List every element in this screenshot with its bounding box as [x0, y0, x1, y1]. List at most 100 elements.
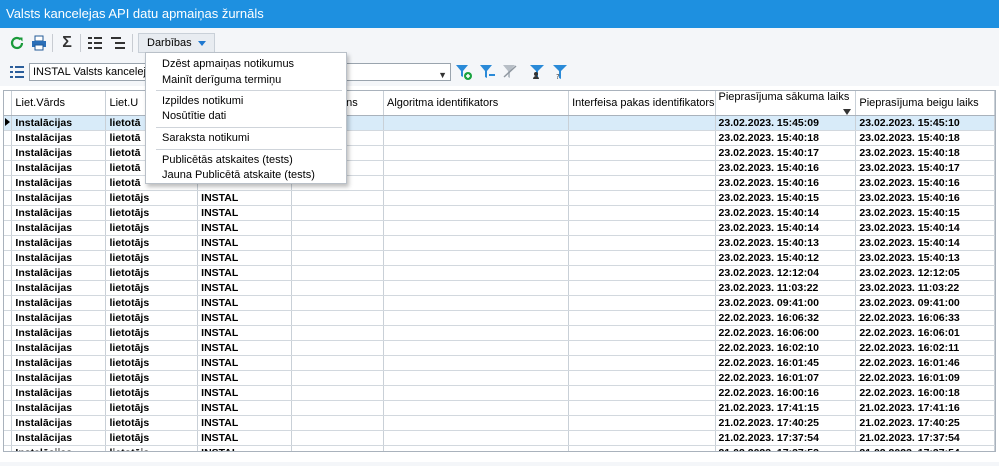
table-cell[interactable]: lietotājs	[105, 310, 199, 326]
table-cell[interactable]	[568, 145, 716, 161]
table-cell[interactable]: INSTAL	[197, 220, 292, 236]
table-cell[interactable]	[568, 385, 716, 401]
add-filter-icon[interactable]	[454, 62, 474, 82]
menu-item-delete-events[interactable]: Dzēst apmaiņas notikumus	[162, 56, 294, 72]
table-cell[interactable]: 22.02.2023. 16:01:46	[855, 355, 995, 371]
row-indicator[interactable]	[4, 400, 13, 416]
table-cell[interactable]: Instalācijas	[11, 310, 107, 326]
table-cell[interactable]: 23.02.2023. 15:40:18	[855, 145, 995, 161]
table-cell[interactable]: 23.02.2023. 15:40:14	[855, 235, 995, 251]
clear-filter-icon[interactable]	[500, 62, 520, 82]
table-cell[interactable]	[291, 445, 385, 451]
table-cell[interactable]	[291, 355, 385, 371]
filter-icon[interactable]	[477, 62, 497, 82]
table-cell[interactable]: INSTAL	[197, 265, 292, 281]
row-indicator[interactable]	[4, 160, 13, 176]
table-cell[interactable]	[291, 340, 385, 356]
table-row[interactable]: Instalācijas lietotājs INSTAL 23.02.2023. 1…	[4, 250, 995, 266]
table-cell[interactable]: lietotājs	[105, 190, 199, 206]
table-cell[interactable]: 23.02.2023. 15:40:16	[855, 175, 995, 191]
table-cell[interactable]	[568, 415, 716, 431]
table-cell[interactable]: 21.02.2023. 17:40:25	[855, 415, 995, 431]
table-cell[interactable]: Instalācijas	[11, 160, 107, 176]
table-cell[interactable]	[568, 340, 716, 356]
table-cell[interactable]	[568, 205, 716, 221]
table-cell[interactable]: Instalācijas	[11, 295, 107, 311]
table-cell[interactable]	[291, 220, 385, 236]
table-cell[interactable]	[568, 400, 716, 416]
table-cell[interactable]	[383, 130, 570, 146]
menu-item-list-events[interactable]: Saraksta notikumi	[162, 130, 249, 146]
table-cell[interactable]	[383, 250, 570, 266]
table-cell[interactable]	[568, 250, 716, 266]
table-cell[interactable]: 22.02.2023. 16:01:45	[715, 355, 857, 371]
table-cell[interactable]	[568, 325, 716, 341]
table-cell[interactable]: Instalācijas	[11, 445, 107, 451]
table-row[interactable]: Instalācijas lietotājs INSTAL 23.02.2023. 1…	[4, 280, 995, 296]
menu-item-new-published-report[interactable]: Jauna Publicētā atskaite (tests)	[162, 167, 315, 183]
table-row[interactable]: Instalācijas lietotājs INSTAL 23.02.2023. 1…	[4, 265, 995, 281]
tree-icon[interactable]	[108, 33, 128, 53]
table-row[interactable]: Instalācijas lietotājs INSTAL 23.02.2023. 1…	[4, 235, 995, 251]
row-indicator[interactable]	[4, 340, 13, 356]
table-cell[interactable]: 23.02.2023. 15:40:18	[855, 130, 995, 146]
row-indicator[interactable]	[4, 385, 13, 401]
table-cell[interactable]: 21.02.2023. 17:37:54	[855, 445, 995, 451]
table-cell[interactable]: Instalācijas	[11, 205, 107, 221]
table-cell[interactable]: Instalācijas	[11, 415, 107, 431]
table-cell[interactable]	[383, 355, 570, 371]
print-icon[interactable]	[29, 33, 49, 53]
table-cell[interactable]: 22.02.2023. 16:06:00	[715, 325, 857, 341]
table-cell[interactable]: lietotājs	[105, 205, 199, 221]
table-cell[interactable]: lietotājs	[105, 220, 199, 236]
table-cell[interactable]: 23.02.2023. 15:40:15	[855, 205, 995, 221]
column-header[interactable]: Liet.Vārds	[11, 91, 107, 116]
table-cell[interactable]: Instalācijas	[11, 280, 107, 296]
menu-item-execution-events[interactable]: Izpildes notikumi	[162, 93, 243, 109]
table-cell[interactable]	[291, 265, 385, 281]
menu-item-sent-data[interactable]: Nosūtītie dati	[162, 108, 226, 124]
table-cell[interactable]	[291, 250, 385, 266]
table-cell[interactable]	[568, 220, 716, 236]
table-cell[interactable]: 21.02.2023. 17:41:15	[715, 400, 857, 416]
table-cell[interactable]: INSTAL	[197, 280, 292, 296]
table-cell[interactable]	[383, 400, 570, 416]
row-indicator[interactable]	[4, 205, 13, 221]
table-cell[interactable]	[383, 145, 570, 161]
table-cell[interactable]	[383, 370, 570, 386]
table-cell[interactable]: 23.02.2023. 15:40:15	[715, 190, 857, 206]
table-cell[interactable]	[291, 190, 385, 206]
table-row[interactable]: Instalācijas lietotājs INSTAL 22.02.2023. 1…	[4, 340, 995, 356]
table-cell[interactable]: 23.02.2023. 15:40:16	[855, 190, 995, 206]
table-cell[interactable]: 23.02.2023. 15:40:14	[855, 220, 995, 236]
table-cell[interactable]: 21.02.2023. 17:37:54	[855, 430, 995, 446]
table-row[interactable]: InstalācijaslietotājsINSTAL 21.02.2023. 1…	[4, 445, 995, 451]
table-cell[interactable]	[291, 400, 385, 416]
table-cell[interactable]: 22.02.2023. 16:01:09	[855, 370, 995, 386]
table-cell[interactable]: INSTAL	[197, 310, 292, 326]
user-filter-icon[interactable]	[527, 62, 547, 82]
table-cell[interactable]	[568, 115, 716, 131]
table-cell[interactable]	[383, 310, 570, 326]
table-cell[interactable]: Instalācijas	[11, 220, 107, 236]
table-cell[interactable]: Instalācijas	[11, 235, 107, 251]
table-cell[interactable]: lietotājs	[105, 355, 199, 371]
table-cell[interactable]	[291, 370, 385, 386]
row-indicator[interactable]	[4, 235, 13, 251]
table-row[interactable]: Instalācijas lietotājs INSTAL 23.02.2023. 1…	[4, 205, 995, 221]
table-cell[interactable]: 23.02.2023. 11:03:22	[715, 280, 857, 296]
sum-icon[interactable]: Σ	[57, 33, 77, 53]
column-header-sorted[interactable]: Pieprasījuma sākuma laiks	[715, 91, 857, 116]
query-filter-icon[interactable]: ?	[550, 62, 570, 82]
row-indicator[interactable]	[4, 220, 13, 236]
table-cell[interactable]	[383, 115, 570, 131]
table-cell[interactable]: 22.02.2023. 16:06:33	[855, 310, 995, 326]
table-cell[interactable]: INSTAL	[197, 370, 292, 386]
row-indicator[interactable]	[4, 175, 13, 191]
table-cell[interactable]: lietotājs	[105, 280, 199, 296]
table-cell[interactable]	[383, 160, 570, 176]
table-cell[interactable]	[568, 295, 716, 311]
table-cell[interactable]	[568, 160, 716, 176]
table-cell[interactable]	[383, 280, 570, 296]
table-cell[interactable]: lietotājs	[105, 400, 199, 416]
